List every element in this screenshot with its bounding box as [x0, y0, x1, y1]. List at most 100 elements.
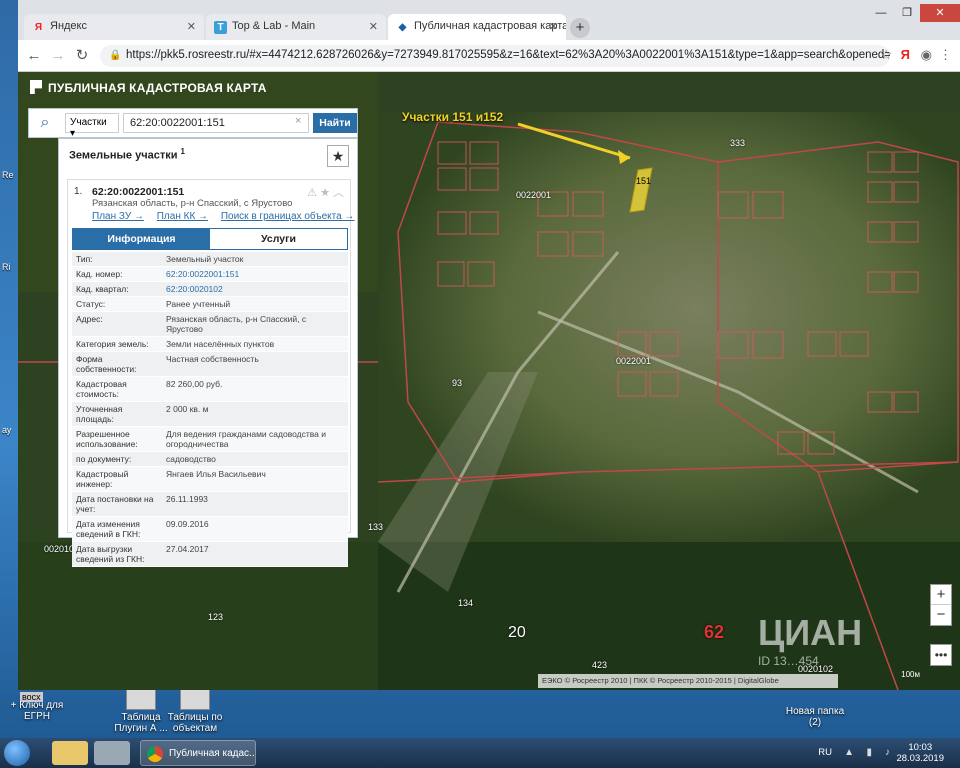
attribute-value: садоводство [166, 454, 216, 464]
collapse-icon[interactable]: ︿ [333, 187, 344, 199]
zoom-in-button[interactable]: + [931, 585, 951, 605]
result-address: Рязанская область, р-н Спасский, с Яруст… [92, 198, 293, 209]
attribute-value-link[interactable]: 62:20:0020102 [162, 282, 348, 296]
minimize-icon[interactable]: — [868, 4, 894, 22]
close-window-icon[interactable]: ✕ [920, 4, 960, 22]
volume-icon[interactable]: ♪ [885, 747, 890, 758]
search-button[interactable]: Найти [313, 113, 357, 133]
map-parcel-label: 93 [452, 378, 463, 388]
link-search-in-bounds[interactable]: Поиск в границах объекта → [221, 211, 355, 222]
search-icon[interactable]: ⌕ [29, 109, 61, 137]
language-indicator[interactable]: RU [818, 747, 832, 758]
taskbar-chrome-task[interactable]: Публичная кадас... [140, 740, 256, 766]
map-quarter-label: 0022001 [516, 190, 552, 200]
menu-icon[interactable]: ⋮ [939, 47, 952, 63]
attribute-value: Янгаев Илья Васильевич [166, 469, 266, 479]
more-button[interactable]: ••• [930, 644, 952, 666]
attribute-row: Тип: Земельный участок [72, 252, 348, 267]
map-parcel-label: 423 [592, 660, 608, 670]
tab-pkk[interactable]: ◆ Публичная кадастровая карта ✕ [388, 14, 566, 40]
map-scale: 100м [901, 670, 920, 679]
desktop-icon-new-folder[interactable]: Новая папка (2) [780, 706, 850, 728]
attribute-value: 27.04.2017 [166, 544, 209, 554]
watermark-id: ID 13…454 [758, 654, 819, 668]
pinned-app-icon[interactable] [94, 741, 130, 765]
tab-label: Яндекс [50, 20, 87, 32]
tab-services[interactable]: Услуги [210, 229, 347, 249]
tray-expand-icon[interactable]: ▲ [844, 747, 854, 758]
attribute-key: Кад. квартал: [76, 284, 129, 294]
url-text: https://pkk5.rosreestr.ru/#x=4474212.628… [126, 49, 890, 61]
map-parcel-label: 133 [368, 522, 384, 532]
reload-icon[interactable]: ↻ [72, 46, 92, 66]
start-button[interactable] [4, 740, 30, 766]
tab-information[interactable]: Информация [73, 229, 210, 249]
attribute-value: 2 000 кв. м [166, 404, 209, 414]
result-actions: ⚠ ★ ︿ [307, 184, 344, 200]
map-viewport[interactable]: ПУБЛИЧНАЯ КАДАСТРОВАЯ КАРТА Участки 151 … [18, 72, 960, 690]
attribute-row: Адрес: Рязанская область, р-н Спасский, с… [72, 312, 348, 337]
attribute-value: Ранее учтенный [166, 299, 231, 309]
attribute-row: по документу: садоводство [72, 452, 348, 467]
attribute-key: Дата изменения сведений в ГКН: [76, 519, 141, 539]
map-callout: Участки 151 и152 [402, 110, 504, 124]
map-parcel-label: 134 [458, 598, 474, 608]
profile-icon[interactable]: ◉ [921, 47, 932, 63]
attribute-row: Кад. номер: 62:20:0022001:151 [72, 267, 348, 282]
bookmark-star-icon[interactable]: ☆ [880, 47, 892, 63]
close-tab-icon[interactable]: ✕ [369, 20, 378, 33]
pkk-logo-icon [30, 80, 42, 94]
desktop-edge-label: ау [2, 425, 12, 435]
attribute-row: Дата выгрузки сведений из ГКН: 27.04.2017 [72, 542, 348, 567]
attribute-value: Рязанская область, р-н Спасский, с Яруст… [166, 314, 307, 334]
network-icon[interactable]: ▮ [866, 747, 872, 758]
attribute-key: Дата постановки на учет: [76, 494, 154, 514]
link-plan-kk[interactable]: План КК → [157, 211, 208, 222]
url-input[interactable]: 🔒 https://pkk5.rosreestr.ru/#x=4474212.6… [100, 45, 890, 67]
explorer-icon[interactable] [52, 741, 88, 765]
attribute-key: по документу: [76, 454, 132, 464]
close-tab-icon[interactable]: ✕ [549, 20, 558, 33]
link-plan-zu[interactable]: План ЗУ → [92, 211, 144, 222]
result-item: 1. 62:20:0022001:151 Рязанская область, … [67, 179, 354, 567]
attribute-row: Дата изменения сведений в ГКН: 09.09.2016 [72, 517, 348, 542]
forward-icon[interactable]: → [48, 46, 68, 66]
attribute-row: Статус: Ранее учтенный [72, 297, 348, 312]
map-region-label: 62 [704, 622, 725, 642]
search-type-value: Участки [70, 117, 107, 128]
attribute-value: Земельный участок [166, 254, 244, 264]
back-icon[interactable]: ← [24, 46, 44, 66]
new-tab-button[interactable]: + [570, 18, 590, 38]
attribute-key: Форма собственности: [76, 354, 137, 374]
zoom-out-button[interactable]: − [931, 605, 951, 625]
attribute-value: 82 260,00 руб. [166, 379, 223, 389]
tab-label: Публичная кадастровая карта [414, 20, 566, 32]
results-title-text: Земельные участки [69, 149, 178, 162]
tab-yandex[interactable]: Я Яндекс ✕ [24, 14, 204, 40]
warning-icon[interactable]: ⚠ [307, 187, 317, 199]
attribute-value-link[interactable]: 62:20:0022001:151 [162, 267, 348, 281]
desktop-icon-egrn-key[interactable]: + Ключ для ЕГРН [2, 700, 72, 722]
search-input[interactable]: 62:20:0022001:151 [123, 113, 309, 133]
close-tab-icon[interactable]: ✕ [187, 20, 196, 33]
cian-watermark: ЦИАН ID 13…454 [758, 612, 862, 668]
app-title-text: ПУБЛИЧНАЯ КАДАСТРОВАЯ КАРТА [48, 81, 267, 95]
window-controls: — ❐ ✕ [868, 4, 960, 22]
star-icon[interactable]: ★ [320, 187, 330, 199]
clock[interactable]: 10:03 28.03.2019 [896, 742, 944, 764]
desktop-icon-label: Таблицы по объектам [167, 712, 223, 734]
maximize-icon[interactable]: ❐ [894, 4, 920, 22]
attribute-key: Дата выгрузки сведений из ГКН: [76, 544, 145, 564]
results-title: Земельные участки 1 [69, 147, 185, 162]
address-bar: ← → ↻ 🔒 https://pkk5.rosreestr.ru/#x=447… [18, 40, 960, 72]
attribute-key: Категория земель: [76, 339, 149, 349]
clear-search-icon[interactable]: × [295, 115, 301, 127]
search-type-select[interactable]: Участки ▾ [65, 113, 119, 139]
map-parcel-label: 123 [208, 612, 224, 622]
favorite-star-button[interactable]: ★ [327, 145, 349, 167]
toplab-favicon-icon: T [214, 21, 227, 34]
tab-toplab[interactable]: T Top & Lab - Main ✕ [206, 14, 386, 40]
yandex-extension-icon[interactable]: Я [901, 47, 910, 62]
attribute-key: Кад. номер: [76, 269, 123, 279]
desktop-icon-tables-objects[interactable]: Таблицы по объектам [160, 684, 230, 734]
